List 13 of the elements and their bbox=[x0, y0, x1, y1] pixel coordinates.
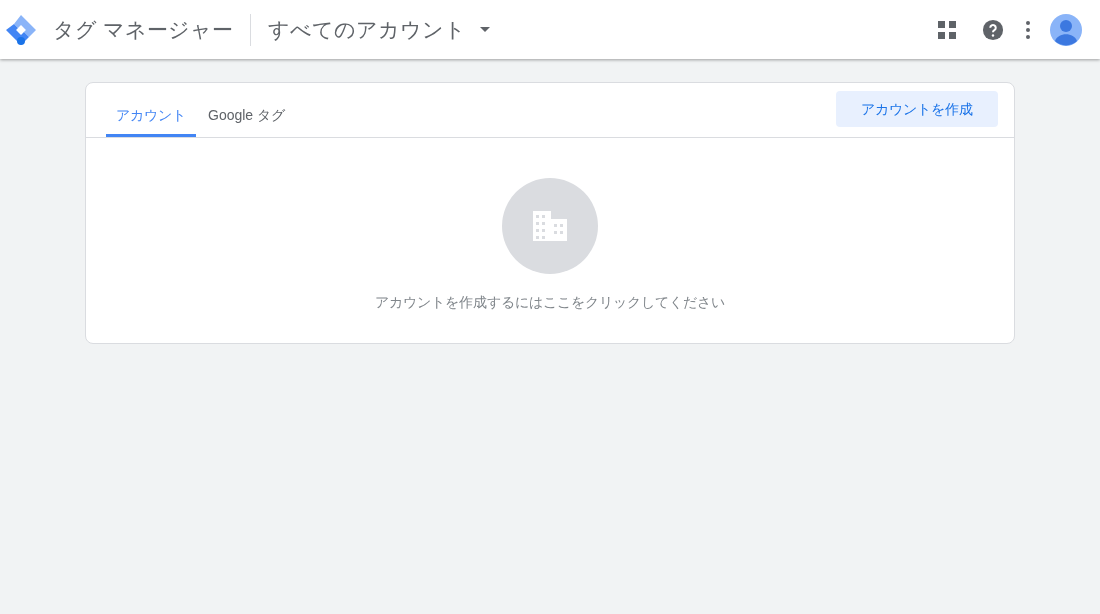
apps-icon[interactable] bbox=[938, 20, 956, 39]
empty-state-message: アカウントを作成するにはここをクリックしてください bbox=[375, 293, 725, 312]
avatar-icon[interactable] bbox=[1050, 13, 1082, 46]
building-icon bbox=[533, 211, 567, 241]
create-account-button[interactable]: アカウントを作成 bbox=[836, 91, 998, 127]
product-name: タグ マネージャー bbox=[53, 16, 233, 43]
more-options-icon[interactable] bbox=[1026, 20, 1030, 39]
tab[interactable]: Google タグ bbox=[198, 97, 296, 137]
logo-icon bbox=[5, 13, 37, 46]
help-icon[interactable] bbox=[982, 18, 1004, 41]
caret-icon bbox=[479, 27, 490, 32]
account-selector[interactable]: すべてのアカウント bbox=[267, 13, 490, 46]
tab[interactable]: アカウント bbox=[106, 97, 196, 137]
